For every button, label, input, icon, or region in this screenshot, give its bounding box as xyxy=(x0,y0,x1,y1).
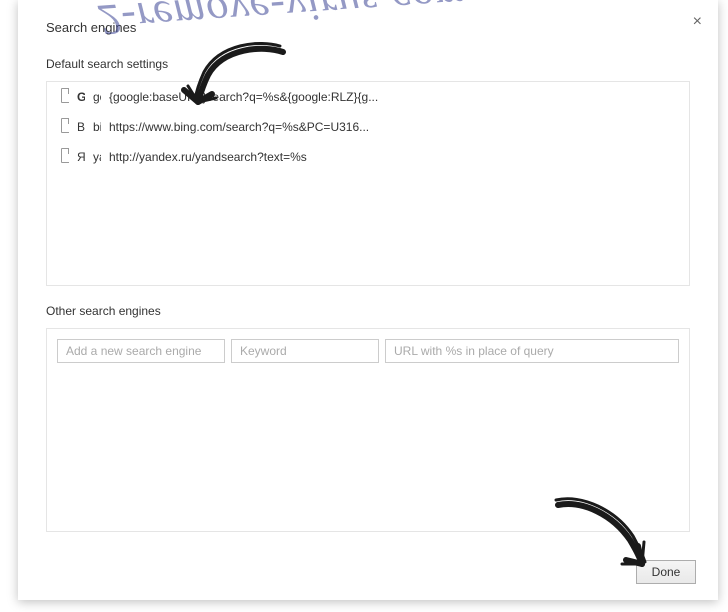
done-button[interactable]: Done xyxy=(636,560,696,584)
close-button[interactable]: × xyxy=(693,14,702,30)
page-icon xyxy=(47,142,69,172)
dialog-footer: Done xyxy=(636,560,696,584)
add-engine-url-input[interactable] xyxy=(385,339,679,363)
engine-name: Bing xyxy=(69,112,85,142)
add-engine-keyword-input[interactable] xyxy=(231,339,379,363)
page-icon xyxy=(47,82,69,112)
table-row[interactable]: Яндекс yandex.ru http://yandex.ru/yandse… xyxy=(47,142,689,172)
engine-url: https://www.bing.com/search?q=%s&PC=U316… xyxy=(101,112,689,142)
add-engine-row xyxy=(47,329,689,373)
engine-keyword: yandex.ru xyxy=(85,142,101,172)
default-search-table: Google (Default) google.com {google:base… xyxy=(47,82,689,172)
default-search-panel: Google (Default) google.com {google:base… xyxy=(46,81,690,286)
engine-keyword: google.com xyxy=(85,82,101,112)
other-engines-label: Other search engines xyxy=(46,304,690,318)
engine-name: Google (Default) xyxy=(69,82,85,112)
engine-keyword: bing.com xyxy=(85,112,101,142)
table-row[interactable]: Bing bing.com https://www.bing.com/searc… xyxy=(47,112,689,142)
dialog-title: Search engines xyxy=(46,20,690,35)
engine-url: {google:baseURL}search?q=%s&{google:RLZ}… xyxy=(101,82,689,112)
add-engine-name-input[interactable] xyxy=(57,339,225,363)
table-row[interactable]: Google (Default) google.com {google:base… xyxy=(47,82,689,112)
engine-url: http://yandex.ru/yandsearch?text=%s xyxy=(101,142,689,172)
other-engines-panel xyxy=(46,328,690,532)
default-search-label: Default search settings xyxy=(46,57,690,71)
page-icon xyxy=(47,112,69,142)
search-engines-dialog: × Search engines Default search settings… xyxy=(18,0,718,600)
engine-name: Яндекс xyxy=(69,142,85,172)
